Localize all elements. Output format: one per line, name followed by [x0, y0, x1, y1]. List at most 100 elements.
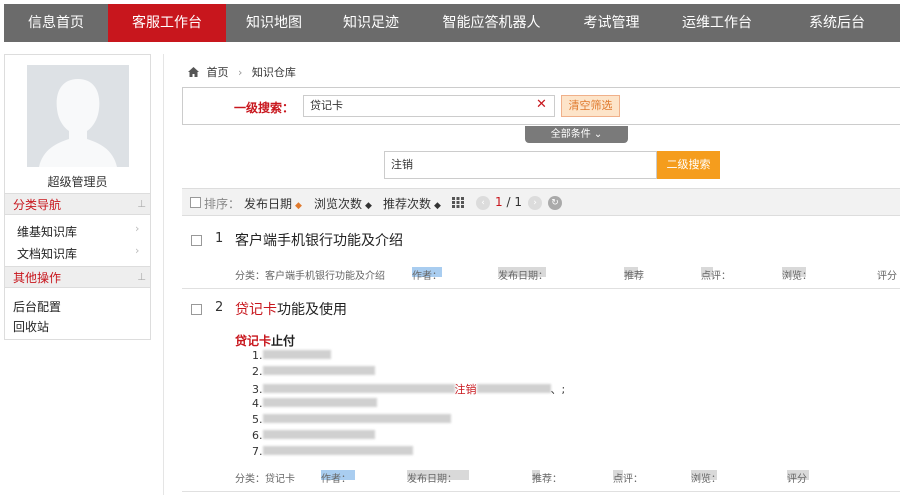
snippet-keyword-highlight: 注销: [454, 383, 477, 396]
pin-icon[interactable]: ⊥: [137, 267, 146, 289]
nav-item-knowledge-map[interactable]: 知识地图: [226, 4, 322, 42]
username: 超级管理员: [47, 175, 108, 189]
meta-recommend-label: 推荐：: [532, 474, 562, 485]
sort-arrows-icon: ◆: [434, 201, 441, 211]
sort-view-count[interactable]: 浏览次数 ◆: [314, 195, 372, 212]
sidebar: 超级管理员 分类导航 ⊥ 维基知识库 › 文档知识库 › 其他操作 ⊥ 后台配置…: [4, 54, 151, 340]
page-current: 1: [495, 195, 503, 209]
snippet-line-number: 5.: [252, 413, 263, 426]
meta-date: 发布日期：: [407, 470, 469, 485]
home-icon: [188, 67, 199, 77]
snippet-line: 4.: [252, 397, 377, 410]
meta-score-label: 评分: [787, 474, 807, 485]
meta-views: 浏览：: [691, 470, 721, 485]
snippet-line-number: 2.: [252, 365, 263, 378]
sort-publish-date-label: 发布日期: [244, 197, 293, 211]
meta-date-label: 发布日期：: [407, 474, 457, 485]
sort-arrows-icon: ◆: [295, 201, 302, 211]
category-nav-header[interactable]: 分类导航 ⊥: [5, 193, 150, 215]
meta-author: 作者：: [321, 470, 355, 485]
result-number: 2: [215, 300, 224, 315]
sort-label: 排序：: [204, 197, 241, 211]
meta-views-label: 浏览：: [691, 474, 721, 485]
snippet-line: 2.: [252, 365, 375, 378]
sort-recommend-count-label: 推荐次数: [383, 197, 432, 211]
snippet-line: 6.: [252, 429, 375, 442]
snippet-heading: 贷记卡止付: [235, 332, 295, 349]
all-conditions-toggle[interactable]: 全部条件 ⌄: [525, 126, 628, 143]
meta-views-label: 浏览：: [782, 271, 812, 282]
result-title-highlight: 贷记卡: [235, 302, 277, 318]
meta-score: 评分: [787, 470, 809, 485]
meta-author: 作者：: [412, 267, 442, 282]
page-total: / 1: [506, 195, 522, 209]
sort-arrows-icon: ◆: [365, 201, 372, 211]
meta-author-label: 作者：: [412, 271, 442, 282]
nav-item-exam[interactable]: 考试管理: [563, 4, 660, 42]
snippet-heading-highlight: 贷记卡: [235, 334, 272, 348]
sort-publish-date[interactable]: 发布日期 ◆: [244, 195, 302, 212]
grid-view-icon[interactable]: [452, 197, 464, 208]
meta-views: 浏览：: [782, 267, 812, 282]
search-panel: 一级搜索： 贷记卡 ✕ 清空筛选: [182, 87, 900, 125]
sidebar-item-wiki[interactable]: 维基知识库 ›: [17, 222, 139, 240]
result-number: 1: [215, 231, 224, 246]
sidebar-item-recycle-bin[interactable]: 回收站: [13, 318, 49, 335]
clear-filter-button[interactable]: 清空筛选: [561, 95, 620, 117]
breadcrumb-current: 知识仓库: [251, 66, 296, 79]
snippet-line-number: 1.: [252, 349, 263, 362]
select-all-checkbox[interactable]: [190, 197, 201, 208]
sidebar-item-admin-config[interactable]: 后台配置: [13, 298, 61, 315]
meta-score: 评分: [877, 271, 897, 282]
result-title[interactable]: 客户端手机银行功能及介绍: [235, 230, 403, 250]
result-title[interactable]: 贷记卡功能及使用: [235, 299, 347, 319]
result-checkbox[interactable]: [191, 235, 202, 246]
snippet-line-number: 6.: [252, 429, 263, 442]
category-nav-title: 分类导航: [13, 198, 62, 212]
other-ops-header[interactable]: 其他操作 ⊥: [5, 266, 150, 288]
sort-bar: 排序： 发布日期 ◆ 浏览次数 ◆ 推荐次数 ◆ ‹ 1 / 1 › ↻: [182, 188, 900, 216]
meta-comment-label: 点评：: [701, 271, 731, 282]
snippet-line: 5.: [252, 413, 451, 426]
nav-item-ops[interactable]: 运维工作台: [660, 4, 774, 42]
level2-search-button[interactable]: 二级搜索: [657, 151, 720, 179]
sort-view-count-label: 浏览次数: [314, 197, 363, 211]
meta-recommend: 推荐：: [532, 470, 562, 485]
breadcrumb-separator: ›: [238, 66, 243, 79]
user-silhouette-icon: [27, 65, 129, 167]
meta-date: 发布日期：: [498, 267, 548, 282]
meta-author-label: 作者：: [321, 474, 351, 485]
result-title-rest: 功能及使用: [277, 302, 347, 318]
nav-item-service-desk[interactable]: 客服工作台: [108, 4, 226, 42]
sort-recommend-count[interactable]: 推荐次数 ◆: [383, 195, 441, 212]
divider: [182, 491, 900, 492]
main-content: 首页 › 知识仓库 一级搜索： 贷记卡 ✕ 清空筛选 全部条件 ⌄ 注销 二级搜…: [163, 54, 900, 495]
pin-icon[interactable]: ⊥: [137, 194, 146, 216]
prev-page-icon[interactable]: ‹: [476, 196, 490, 210]
next-page-icon[interactable]: ›: [528, 196, 542, 210]
meta-comment-label: 点评：: [613, 474, 643, 485]
meta-category: 分类：客户端手机银行功能及介绍: [235, 271, 385, 282]
clear-input-icon[interactable]: ✕: [536, 97, 547, 112]
snippet-line: 3. 注销、;: [252, 383, 566, 396]
all-conditions-label: 全部条件: [550, 129, 591, 140]
meta-comment: 点评：: [613, 470, 643, 485]
sidebar-item-label: 维基知识库: [17, 225, 78, 239]
chevron-down-icon: ⌄: [593, 129, 603, 140]
nav-item-knowledge-footprint[interactable]: 知识足迹: [322, 4, 420, 42]
breadcrumb-home[interactable]: 首页: [207, 66, 229, 79]
level1-search-input[interactable]: 贷记卡: [303, 95, 555, 117]
level2-search-input[interactable]: 注销: [384, 151, 657, 179]
other-ops-title: 其他操作: [13, 271, 62, 285]
sidebar-item-docs[interactable]: 文档知识库 ›: [17, 244, 139, 262]
chevron-right-icon: ›: [135, 244, 140, 257]
nav-item-system[interactable]: 系统后台: [774, 4, 900, 42]
snippet-line-number: 7.: [252, 445, 263, 458]
refresh-icon[interactable]: ↻: [548, 196, 562, 210]
page-indicator: 1 / 1: [495, 195, 522, 209]
meta-comment: 点评：: [701, 267, 731, 282]
nav-item-qa-robot[interactable]: 智能应答机器人: [420, 4, 563, 42]
result-checkbox[interactable]: [191, 304, 202, 315]
nav-item-home[interactable]: 信息首页: [4, 4, 108, 42]
breadcrumb: 首页 › 知识仓库: [188, 64, 296, 80]
